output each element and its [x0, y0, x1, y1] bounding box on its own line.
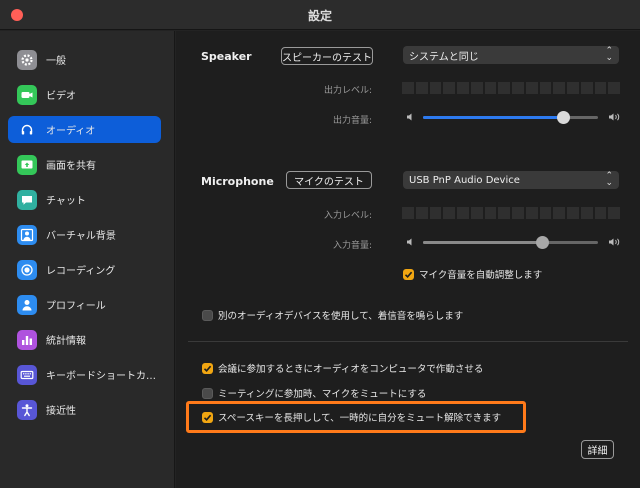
advanced-details-button[interactable]: 詳細	[581, 440, 614, 459]
sidebar-item-label: プロフィール	[46, 301, 106, 312]
sidebar-item-audio[interactable]: オーディオ	[8, 116, 161, 143]
chevron-up-down-icon: ⌃ ⌄	[605, 171, 613, 188]
mute-on-join-label: ミーティングに参加時、マイクをミュートにする	[218, 389, 427, 400]
join-computer-audio-checkbox[interactable]	[202, 362, 213, 374]
speaker-device-select[interactable]: システムと同じ ⌃ ⌄	[403, 46, 619, 64]
speaker-device-value: システムと同じ	[409, 51, 479, 63]
output-volume-label: 出力音量:	[332, 116, 372, 126]
sidebar-item-label: チャット	[46, 196, 86, 207]
input-volume-knob[interactable]	[536, 236, 549, 249]
speaker-heading: Speaker	[201, 50, 252, 63]
accessibility-icon	[17, 399, 37, 420]
volume-low-icon	[407, 238, 412, 246]
sidebar-item-label: レコーディング	[46, 266, 116, 277]
volume-low-icon	[407, 113, 412, 121]
headphones-icon	[17, 120, 37, 140]
sidebar-item-keyboard-shortcuts[interactable]: キーボードショートカ…	[8, 361, 161, 388]
test-mic-button[interactable]: マイクのテスト	[286, 171, 372, 189]
person-background-icon	[17, 224, 37, 245]
bar-chart-icon	[17, 329, 37, 350]
auto-adjust-mic-option[interactable]: マイク音量を自動調整します	[403, 267, 542, 281]
sidebar-item-label: 接近性	[46, 406, 76, 417]
output-volume-knob[interactable]	[557, 111, 570, 124]
volume-high-icon	[609, 238, 620, 246]
volume-high-icon	[609, 113, 620, 121]
separate-ringtone-label: 別のオーディオデバイスを使用して、着信音を鳴らします	[218, 311, 464, 322]
sidebar: 一般 ビデオ オーディオ 画面を共有 チャット バーチャル背景 レコーディング …	[0, 31, 175, 488]
sidebar-item-label: 一般	[46, 56, 66, 67]
sidebar-item-label: キーボードショートカ…	[46, 371, 156, 382]
title-bar: 設定	[0, 0, 640, 30]
test-speaker-button[interactable]: スピーカーのテスト	[281, 47, 373, 65]
sidebar-item-share-screen[interactable]: 画面を共有	[8, 151, 161, 178]
auto-adjust-mic-checkbox[interactable]	[403, 268, 414, 280]
gear-icon	[17, 49, 37, 70]
output-volume-fill	[423, 116, 563, 119]
output-level-label: 出力レベル:	[323, 86, 372, 96]
sidebar-item-video[interactable]: ビデオ	[8, 81, 161, 108]
sidebar-item-general[interactable]: 一般	[8, 46, 161, 73]
join-computer-audio-option[interactable]: 会議に参加するときにオーディオをコンピュータで作動させる	[202, 361, 483, 375]
chat-bubble-icon	[17, 189, 37, 210]
sidebar-item-label: 統計情報	[46, 336, 86, 347]
sidebar-item-chat[interactable]: チャット	[8, 186, 161, 213]
person-icon	[17, 294, 37, 315]
screen-share-icon	[17, 154, 37, 175]
highlight-box	[186, 401, 526, 433]
microphone-device-value: USB PnP Audio Device	[409, 174, 520, 186]
sidebar-item-label: オーディオ	[46, 126, 96, 137]
sidebar-item-label: 画面を共有	[46, 161, 96, 172]
input-level-label: 入力レベル:	[323, 211, 372, 221]
chevron-up-down-icon: ⌃ ⌄	[605, 46, 613, 63]
output-level-meter	[402, 82, 620, 94]
output-volume-slider[interactable]	[423, 111, 598, 124]
sidebar-item-recording[interactable]: レコーディング	[8, 256, 161, 283]
mute-on-join-option[interactable]: ミーティングに参加時、マイクをミュートにする	[202, 386, 426, 400]
sidebar-item-label: ビデオ	[46, 91, 76, 102]
microphone-heading: Microphone	[201, 175, 274, 188]
sidebar-item-statistics[interactable]: 統計情報	[8, 326, 161, 353]
window-title: 設定	[307, 9, 332, 23]
input-level-meter	[402, 207, 620, 219]
auto-adjust-mic-label: マイク音量を自動調整します	[419, 270, 543, 281]
separate-ringtone-checkbox[interactable]	[202, 309, 213, 321]
record-icon	[17, 259, 37, 280]
sidebar-item-profile[interactable]: プロフィール	[8, 291, 161, 318]
join-computer-audio-label: 会議に参加するときにオーディオをコンピュータで作動させる	[218, 364, 484, 375]
mute-on-join-checkbox[interactable]	[202, 387, 213, 399]
section-divider	[188, 341, 628, 342]
separate-ringtone-option[interactable]: 別のオーディオデバイスを使用して、着信音を鳴らします	[202, 308, 463, 322]
microphone-device-select[interactable]: USB PnP Audio Device ⌃ ⌄	[403, 171, 619, 189]
sidebar-item-label: バーチャル背景	[46, 231, 116, 242]
settings-window: 設定 一般 ビデオ オーディオ 画面を共有 チャット バーチャル背景 レコーディ…	[0, 0, 640, 488]
input-volume-slider[interactable]	[423, 236, 598, 249]
input-volume-fill	[423, 241, 542, 244]
sidebar-item-virtual-background[interactable]: バーチャル背景	[8, 221, 161, 248]
keyboard-icon	[17, 364, 37, 385]
sidebar-item-accessibility[interactable]: 接近性	[8, 396, 161, 423]
video-camera-icon	[17, 84, 37, 105]
input-volume-label: 入力音量:	[332, 241, 372, 251]
